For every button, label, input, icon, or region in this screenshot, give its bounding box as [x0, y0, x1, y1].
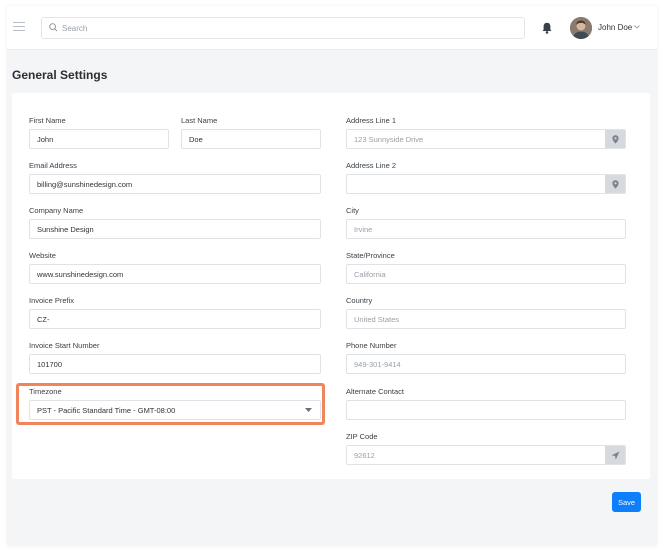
company-label: Company Name [29, 206, 84, 215]
address2-input[interactable] [347, 175, 605, 193]
send-icon [611, 451, 619, 459]
state-box [346, 264, 626, 284]
menu-icon[interactable] [13, 22, 25, 32]
chevron-down-icon[interactable] [634, 25, 640, 29]
invoice-start-box [29, 354, 321, 374]
page-title: General Settings [12, 68, 108, 82]
last-name-label: Last Name [181, 116, 218, 125]
zip-input[interactable] [347, 446, 605, 464]
invoice-start-input[interactable] [30, 355, 320, 373]
top-bar: John Doe [7, 6, 657, 50]
last-name-input[interactable] [182, 130, 320, 148]
invoice-prefix-label: Invoice Prefix [29, 296, 75, 305]
city-label: City [346, 206, 359, 215]
search-bar[interactable] [41, 17, 525, 39]
city-input[interactable] [347, 220, 625, 238]
bell-icon[interactable] [542, 22, 552, 34]
zip-box [346, 445, 626, 465]
invoice-prefix-input[interactable] [30, 310, 320, 328]
address2-box [346, 174, 626, 194]
address1-label: Address Line 1 [346, 116, 397, 125]
first-name-box [29, 129, 169, 149]
state-input[interactable] [347, 265, 625, 283]
address1-input[interactable] [347, 130, 605, 148]
country-label: Country [346, 296, 373, 305]
alt-contact-label: Alternate Contact [346, 387, 404, 396]
website-label: Website [29, 251, 56, 260]
email-input[interactable] [30, 175, 320, 193]
email-box [29, 174, 321, 194]
first-name-label: First Name [29, 116, 66, 125]
alt-contact-box [346, 400, 626, 420]
avatar[interactable] [570, 17, 592, 39]
phone-label: Phone Number [346, 341, 397, 350]
phone-box [346, 354, 626, 374]
last-name-box [181, 129, 321, 149]
zip-label: ZIP Code [346, 432, 378, 441]
search-input[interactable] [62, 18, 512, 38]
company-input[interactable] [30, 220, 320, 238]
address1-box [346, 129, 626, 149]
invoice-prefix-box [29, 309, 321, 329]
website-box [29, 264, 321, 284]
map-pin-icon [611, 179, 619, 189]
alt-contact-input[interactable] [347, 401, 625, 419]
map-pin-icon [611, 134, 619, 144]
city-box [346, 219, 626, 239]
search-icon [49, 23, 58, 32]
user-name[interactable]: John Doe [598, 23, 632, 32]
timezone-highlight [16, 383, 325, 425]
address2-locate-button[interactable] [605, 175, 625, 193]
company-box [29, 219, 321, 239]
email-label: Email Address [29, 161, 77, 170]
address2-label: Address Line 2 [346, 161, 397, 170]
country-box [346, 309, 626, 329]
state-label: State/Province [346, 251, 395, 260]
address1-locate-button[interactable] [605, 130, 625, 148]
save-button[interactable]: Save [612, 492, 641, 512]
first-name-input[interactable] [30, 130, 168, 148]
app-window: John Doe General Settings First Name Las… [7, 6, 657, 546]
website-input[interactable] [30, 265, 320, 283]
country-input[interactable] [347, 310, 625, 328]
zip-send-button[interactable] [605, 446, 625, 464]
invoice-start-label: Invoice Start Number [29, 341, 100, 350]
phone-input[interactable] [347, 355, 625, 373]
